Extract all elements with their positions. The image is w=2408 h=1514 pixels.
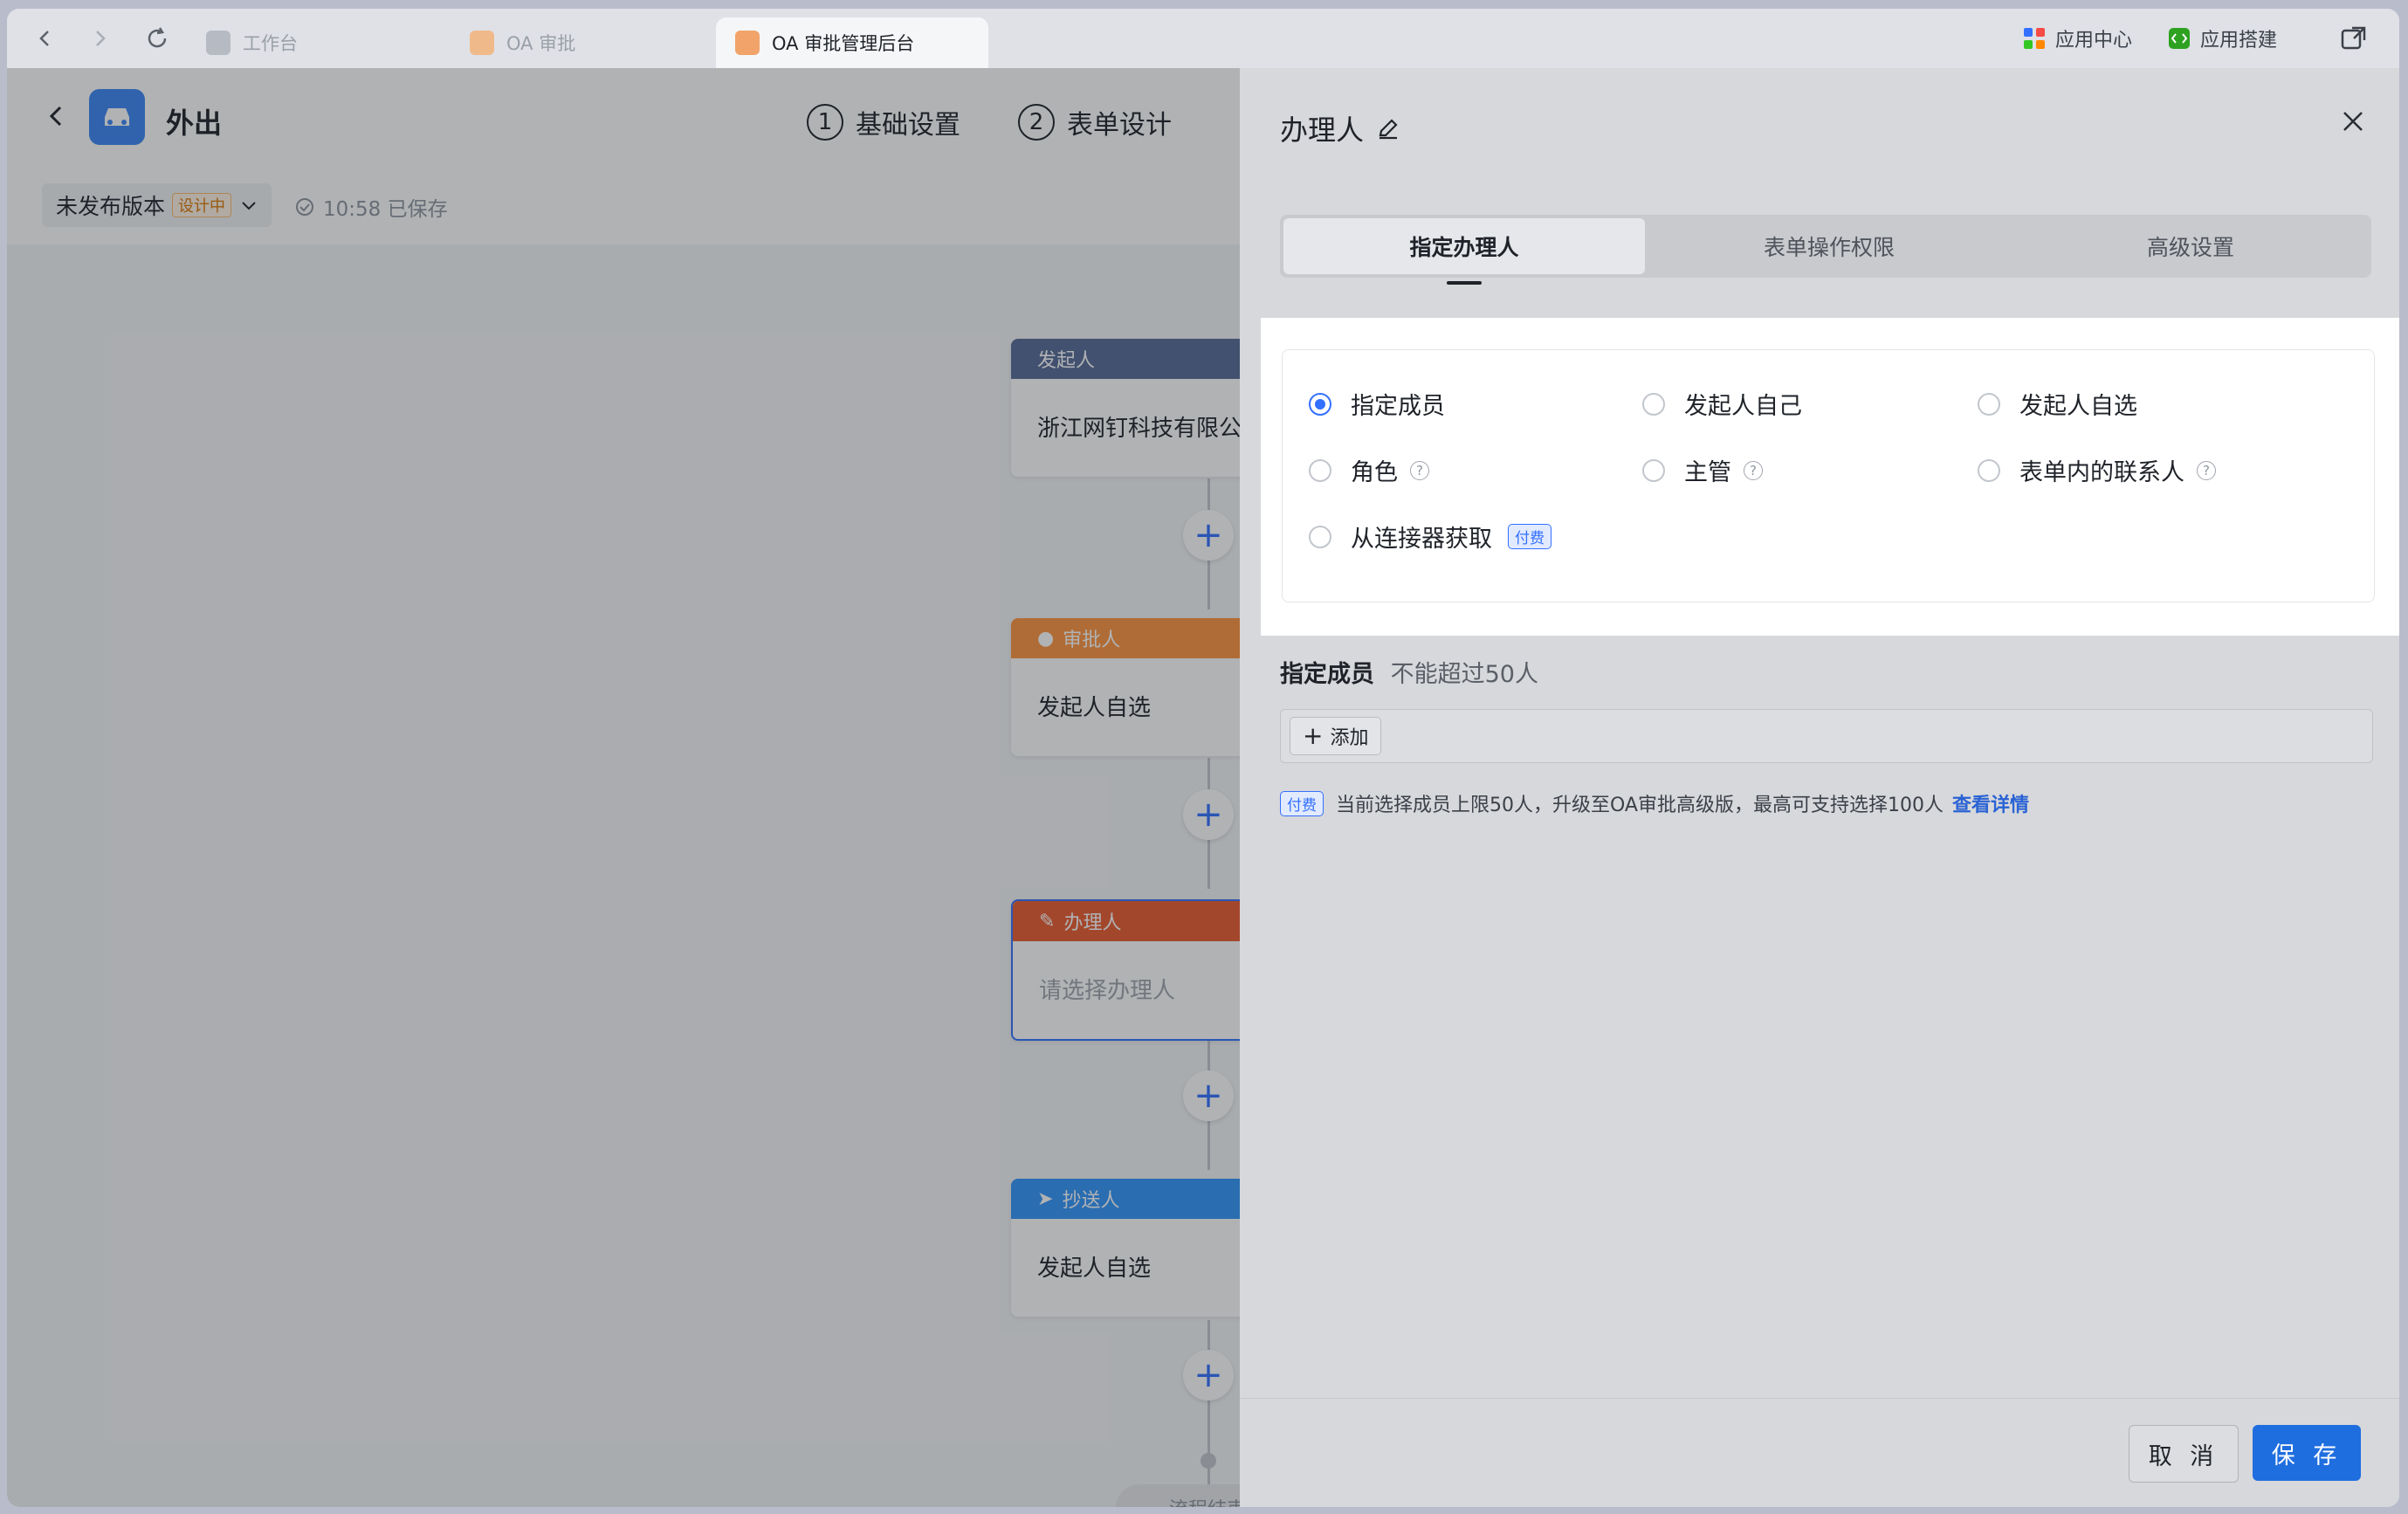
drawer-tabs: 指定办理人 表单操作权限 高级设置 [1280, 215, 2371, 278]
handler-type-section: 指定成员 发起人自己 发起人自选 角色 ? 主管 ? 表单内的联系人 ? 从连接… [1261, 318, 2399, 636]
refresh-button[interactable] [140, 21, 175, 56]
handler-settings-drawer: 办理人 指定办理人 表单操作权限 高级设置 指定成员 发起人自己 发起人自选 角… [1240, 68, 2399, 1507]
paid-badge: 付费 [1280, 790, 1324, 816]
option-supervisor[interactable]: 主管 ? [1642, 453, 1763, 487]
modal-overlay[interactable] [7, 68, 1240, 1507]
tab-form-permissions[interactable]: 表单操作权限 [1648, 215, 2010, 278]
radio[interactable] [1642, 392, 1665, 416]
edit-pencil-icon[interactable] [1376, 116, 1400, 141]
close-icon [2343, 112, 2363, 131]
tab-bar: 工作台 OA 审批 OA 审批管理后台 应用中心 应用搭建 [7, 9, 2399, 69]
radio-selected[interactable] [1309, 392, 1331, 416]
help-icon[interactable]: ? [2197, 460, 2216, 480]
option-role[interactable]: 角色 ? [1309, 453, 1429, 487]
radio[interactable] [1309, 525, 1331, 548]
option-from-connector[interactable]: 从连接器获取 付费 [1309, 520, 1551, 554]
upgrade-note: 付费 当前选择成员上限50人，升级至OA审批高级版，最高可支持选择100人 查看… [1280, 789, 2029, 817]
app-center-label: 应用中心 [2055, 30, 2133, 52]
add-member-button[interactable]: + 添加 [1290, 717, 1382, 755]
option-initiator-choose[interactable]: 发起人自选 [1978, 387, 2137, 421]
tab-label: OA 审批管理后台 [772, 33, 915, 54]
tab-oa-admin[interactable]: OA 审批管理后台 [716, 17, 988, 68]
code-build-icon [2169, 28, 2190, 49]
option-label: 指定成员 [1351, 393, 1445, 420]
option-label: 发起人自选 [2019, 393, 2137, 420]
app-build-label: 应用搭建 [2200, 30, 2278, 52]
app-grid-icon [2024, 28, 2045, 49]
app-window: 工作台 OA 审批 OA 审批管理后台 应用中心 应用搭建 外出 1 基础设置 … [7, 9, 2399, 1507]
help-icon[interactable]: ? [1744, 460, 1763, 480]
open-window-button[interactable] [2340, 21, 2368, 56]
workbench-icon [206, 31, 230, 55]
option-form-contact[interactable]: 表单内的联系人 ? [1978, 453, 2216, 487]
handler-type-options: 指定成员 发起人自己 发起人自选 角色 ? 主管 ? 表单内的联系人 ? 从连接… [1282, 349, 2375, 602]
tab-assign-handler[interactable]: 指定办理人 [1283, 218, 1645, 274]
radio[interactable] [1642, 458, 1665, 482]
chevron-left-icon [39, 31, 49, 46]
option-label: 表单内的联系人 [2019, 459, 2184, 486]
oa-approval-icon [470, 31, 494, 55]
tab-label: OA 审批 [506, 33, 576, 54]
tab-label: 工作台 [243, 33, 298, 54]
help-icon[interactable]: ? [1410, 460, 1429, 480]
radio[interactable] [1978, 458, 2000, 482]
drawer-title: 办理人 [1280, 108, 1400, 148]
member-section-label: 指定成员 不能超过50人 [1280, 655, 1538, 689]
option-label: 发起人自己 [1684, 393, 1802, 420]
back-nav-button[interactable] [28, 21, 63, 56]
option-label: 角色 [1351, 459, 1398, 486]
option-specified-members[interactable]: 指定成员 [1309, 387, 1445, 421]
close-button[interactable] [2342, 105, 2364, 141]
member-picker[interactable]: + 添加 [1280, 709, 2373, 763]
option-label: 从连接器获取 [1351, 526, 1492, 553]
upgrade-note-text: 当前选择成员上限50人，升级至OA审批高级版，最高可支持选择100人 [1336, 795, 1944, 816]
plus-icon: + [1303, 721, 1324, 750]
member-limit: 不能超过50人 [1390, 661, 1538, 688]
tab-workbench[interactable]: 工作台 [187, 17, 449, 68]
option-initiator-self[interactable]: 发起人自己 [1642, 387, 1802, 421]
radio[interactable] [1309, 458, 1331, 482]
chevron-right-icon [96, 31, 106, 46]
tab-oa-approval[interactable]: OA 审批 [451, 17, 712, 68]
member-label: 指定成员 [1280, 661, 1374, 688]
view-details-link[interactable]: 查看详情 [1952, 789, 2029, 817]
refresh-icon [148, 27, 167, 48]
save-button[interactable]: 保 存 [2253, 1425, 2361, 1481]
paid-badge: 付费 [1508, 524, 1551, 549]
option-label: 主管 [1684, 459, 1731, 486]
radio[interactable] [1978, 392, 2000, 416]
drawer-title-text: 办理人 [1280, 114, 1365, 147]
tab-advanced-settings[interactable]: 高级设置 [2010, 215, 2371, 278]
drawer-footer: 取 消 保 存 [1240, 1398, 2399, 1507]
external-window-icon [2341, 26, 2366, 50]
oa-admin-icon [735, 31, 760, 55]
app-center-button[interactable]: 应用中心 [2022, 21, 2132, 56]
forward-nav-button[interactable] [82, 21, 117, 56]
cancel-button[interactable]: 取 消 [2129, 1425, 2239, 1483]
app-build-button[interactable]: 应用搭建 [2167, 21, 2277, 56]
add-label: 添加 [1330, 727, 1369, 749]
